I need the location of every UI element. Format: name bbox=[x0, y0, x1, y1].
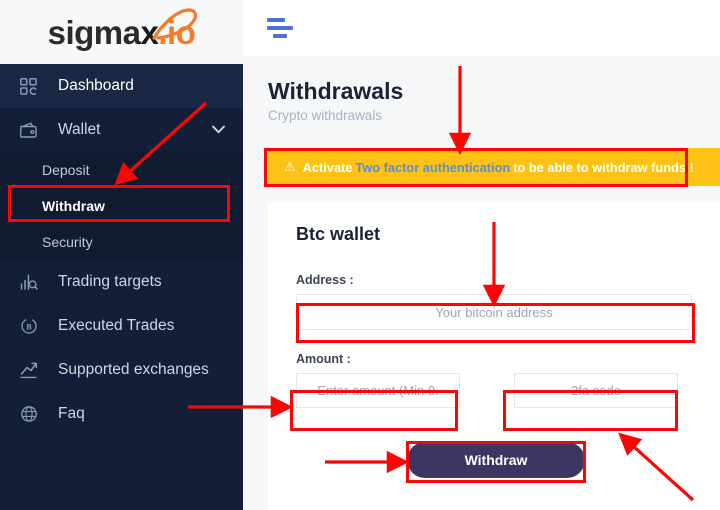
sidebar-subitem-deposit[interactable]: Deposit bbox=[0, 152, 243, 188]
sidebar-subitem-withdraw[interactable]: Withdraw bbox=[0, 188, 243, 224]
alert-text-after: to be able to withdraw funds ! bbox=[513, 159, 694, 175]
wallet-card-title: Btc wallet bbox=[296, 224, 381, 244]
page-subtitle: Crypto withdrawals bbox=[268, 108, 383, 123]
wallet-icon bbox=[20, 119, 46, 141]
sidebar-item-faq[interactable]: Faq bbox=[0, 392, 243, 436]
address-label: Address : bbox=[296, 273, 354, 287]
logo-text: sigmax.io bbox=[47, 7, 197, 51]
sidebar-nav: Dashboard Wallet Deposit Withdraw Securi… bbox=[0, 64, 243, 436]
sidebar-item-wallet[interactable]: Wallet bbox=[0, 108, 243, 152]
tfa-code-input[interactable]: 2fa code bbox=[514, 373, 678, 408]
sidebar-item-executed-trades[interactable]: B Executed Trades bbox=[0, 304, 243, 348]
amount-input[interactable]: Enter amount (Min 0. bbox=[296, 373, 460, 408]
trend-up-icon bbox=[20, 359, 46, 381]
sidebar-item-label: Trading targets bbox=[58, 273, 162, 290]
sidebar-item-label: Dashboard bbox=[58, 77, 134, 94]
sidebar-item-trading-targets[interactable]: Trading targets bbox=[0, 260, 243, 304]
withdraw-button[interactable]: Withdraw bbox=[407, 442, 585, 478]
sidebar: sigmax.io Dashboard Wallet Deposit Withd… bbox=[0, 0, 243, 510]
sidebar-item-label: Executed Trades bbox=[58, 317, 175, 334]
sidebar-subitem-label: Security bbox=[42, 234, 93, 250]
amount-label: Amount : bbox=[296, 352, 351, 366]
address-input[interactable]: Your bitcoin address bbox=[296, 294, 692, 330]
bar-chart-search-icon bbox=[20, 271, 46, 293]
sidebar-item-label: Faq bbox=[58, 405, 85, 422]
logo-tld: .io bbox=[158, 13, 196, 51]
amount-row: Enter amount (Min 0. 2fa code bbox=[296, 373, 720, 408]
two-factor-authentication-link[interactable]: Two factor authentication bbox=[355, 160, 510, 175]
sidebar-subitem-label: Withdraw bbox=[42, 198, 105, 214]
grid-icon bbox=[20, 75, 46, 97]
logo-word: sigma bbox=[47, 13, 141, 51]
topbar bbox=[243, 0, 720, 56]
wallet-submenu: Deposit Withdraw Security bbox=[0, 152, 243, 260]
logo-letter-x: x bbox=[140, 13, 159, 51]
bitcoin-refresh-icon: B bbox=[20, 315, 46, 337]
sidebar-subitem-security[interactable]: Security bbox=[0, 224, 243, 260]
app-root: sigmax.io Dashboard Wallet Deposit Withd… bbox=[0, 0, 720, 510]
page-title: Withdrawals bbox=[268, 78, 404, 104]
sidebar-item-supported-exchanges[interactable]: Supported exchanges bbox=[0, 348, 243, 392]
sidebar-item-label: Wallet bbox=[58, 121, 101, 138]
alert-text-before: Activate bbox=[302, 159, 353, 175]
warning-triangle-icon: ⚠ bbox=[284, 159, 296, 174]
sidebar-item-label: Supported exchanges bbox=[58, 361, 209, 378]
main-content: Withdrawals Crypto withdrawals ⚠ Activat… bbox=[243, 56, 720, 510]
sidebar-item-dashboard[interactable]: Dashboard bbox=[0, 64, 243, 108]
wallet-card: Btc wallet Address : Your bitcoin addres… bbox=[268, 202, 720, 510]
brand-logo[interactable]: sigmax.io bbox=[0, 0, 243, 64]
sidebar-subitem-label: Deposit bbox=[42, 162, 90, 178]
chevron-down-icon[interactable] bbox=[212, 121, 225, 139]
svg-text:B: B bbox=[26, 322, 32, 331]
hamburger-icon[interactable] bbox=[267, 18, 293, 38]
globe-icon bbox=[20, 403, 46, 425]
two-factor-alert: ⚠ Activate Two factor authentication to … bbox=[268, 148, 720, 186]
